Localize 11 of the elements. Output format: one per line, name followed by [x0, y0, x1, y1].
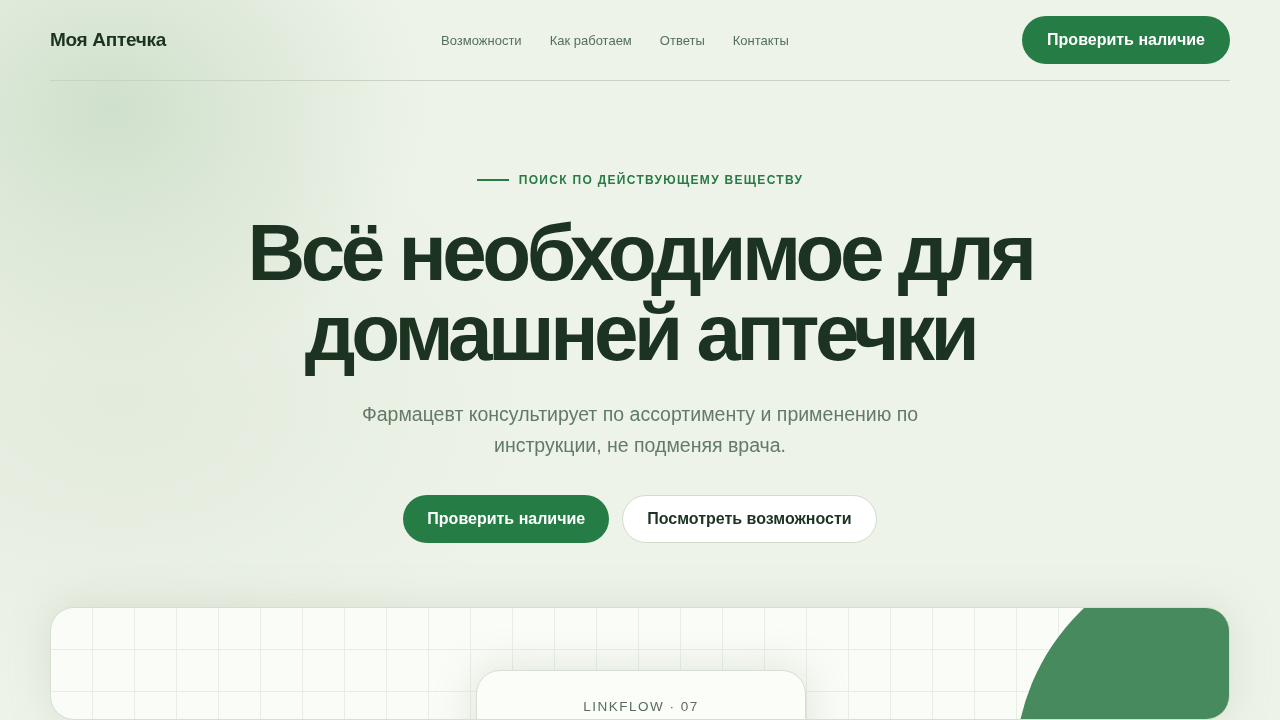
- check-availability-button[interactable]: Проверить наличие: [403, 495, 610, 543]
- check-availability-button[interactable]: Проверить наличие: [1022, 16, 1230, 64]
- card-label: LINKFLOW · 07: [583, 699, 699, 715]
- nav-link[interactable]: Как работаем: [549, 32, 632, 48]
- nav-link[interactable]: Ответы: [659, 32, 705, 48]
- nav-link[interactable]: Контакты: [732, 32, 789, 48]
- nav-link[interactable]: Возможности: [441, 32, 522, 48]
- eyebrow-text: ПОИСК ПО ДЕЙСТВУЮЩЕМУ ВЕЩЕСТВУ: [518, 173, 804, 187]
- logo[interactable]: Моя Аптечка: [50, 29, 350, 51]
- hero-subtitle: Фармацевт консультирует по ассортименту и применению по инструкции, не подменяя врача.: [360, 402, 920, 458]
- view-features-button[interactable]: Посмотреть возможности: [622, 495, 877, 543]
